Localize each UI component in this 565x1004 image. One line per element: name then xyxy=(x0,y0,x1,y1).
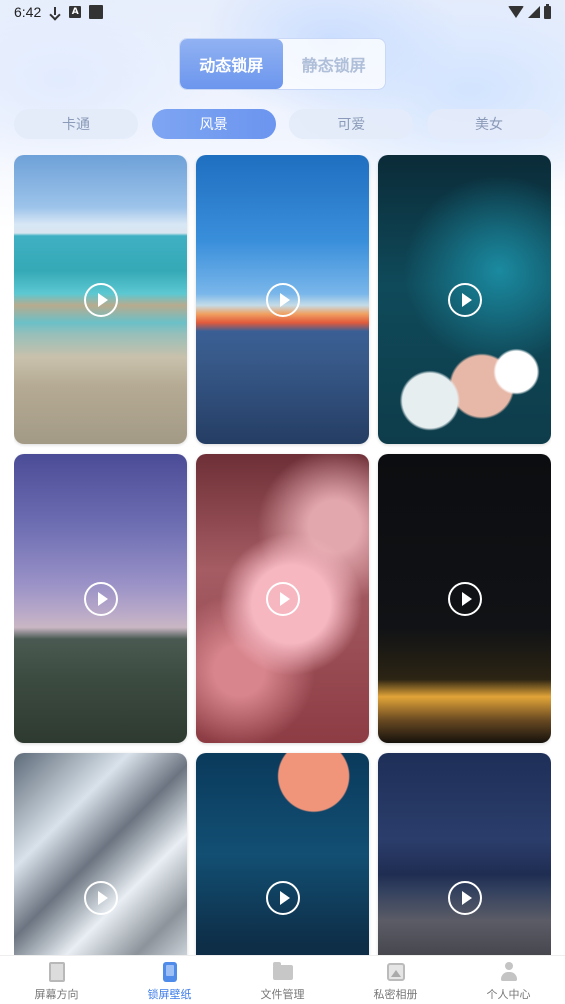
wallpaper-card-big-ben[interactable] xyxy=(378,454,551,743)
wallpaper-card-snowy-mountains[interactable] xyxy=(14,753,187,955)
tab-lockscreen-wallpaper[interactable]: 锁屏壁纸 xyxy=(113,956,226,1004)
wallpaper-card-pink-flower[interactable] xyxy=(196,454,369,743)
tab-personal-center[interactable]: 个人中心 xyxy=(452,956,565,1004)
person-icon xyxy=(499,962,519,982)
tab-file-management[interactable]: 文件管理 xyxy=(226,956,339,1004)
category-filter: 卡通 风景 可爱 美女 xyxy=(14,109,551,139)
tab-private-album[interactable]: 私密相册 xyxy=(339,956,452,1004)
play-icon[interactable] xyxy=(83,880,118,915)
status-right xyxy=(508,3,551,19)
wallpaper-card-butterfly[interactable] xyxy=(378,155,551,444)
tab-label: 私密相册 xyxy=(373,989,418,1001)
play-icon[interactable] xyxy=(265,282,300,317)
wallpaper-card-city-night[interactable] xyxy=(378,753,551,955)
play-icon[interactable] xyxy=(83,282,118,317)
lockscreen-wallpaper-icon xyxy=(160,962,180,982)
signal-icon xyxy=(528,6,540,18)
category-beauty[interactable]: 美女 xyxy=(426,109,551,139)
wallpaper-card-milky-way[interactable] xyxy=(14,454,187,743)
mode-segmented-control: 动态锁屏 静态锁屏 xyxy=(179,38,386,90)
category-cute[interactable]: 可爱 xyxy=(289,109,414,139)
bottom-tab-bar: 屏幕方向 锁屏壁纸 文件管理 私密相册 个人中心 xyxy=(0,955,565,1004)
play-icon[interactable] xyxy=(83,581,118,616)
tab-static-lockscreen[interactable]: 静态锁屏 xyxy=(283,39,386,89)
tab-label: 屏幕方向 xyxy=(34,989,79,1001)
category-cartoon[interactable]: 卡通 xyxy=(14,109,138,139)
play-icon[interactable] xyxy=(265,581,300,616)
status-bar: 6:42 A xyxy=(0,0,565,24)
tab-label: 文件管理 xyxy=(260,989,305,1001)
square-icon xyxy=(89,5,104,19)
wallpaper-grid xyxy=(14,155,551,955)
play-icon[interactable] xyxy=(447,282,482,317)
screen-orientation-icon xyxy=(47,962,67,982)
tab-label: 个人中心 xyxy=(486,989,531,1001)
play-icon[interactable] xyxy=(265,880,300,915)
folder-icon xyxy=(272,962,293,982)
wallpaper-card-sunset-clouds[interactable] xyxy=(196,155,369,444)
battery-icon xyxy=(544,3,551,19)
play-icon[interactable] xyxy=(447,880,482,915)
category-scenery[interactable]: 风景 xyxy=(151,109,276,139)
status-left: 6:42 A xyxy=(14,4,104,20)
play-icon[interactable] xyxy=(447,581,482,616)
tab-screen-orientation[interactable]: 屏幕方向 xyxy=(0,956,113,1004)
wallpaper-card-lake[interactable] xyxy=(14,155,187,444)
status-time: 6:42 xyxy=(14,4,42,20)
wallpaper-card-city-moon[interactable] xyxy=(196,753,369,955)
wifi-icon xyxy=(508,6,524,18)
a-icon: A xyxy=(69,6,82,18)
tab-dynamic-lockscreen[interactable]: 动态锁屏 xyxy=(180,39,283,89)
tab-label: 锁屏壁纸 xyxy=(147,989,192,1001)
download-icon xyxy=(49,6,61,19)
private-album-icon xyxy=(386,962,406,982)
